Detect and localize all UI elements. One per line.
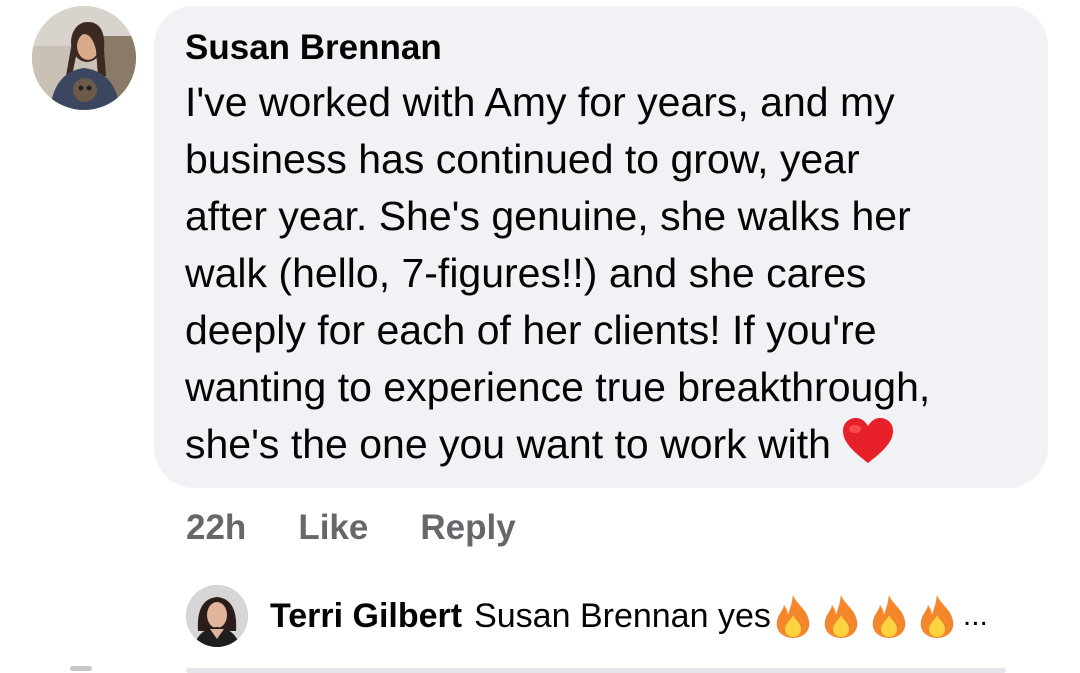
reply-text: Susan Brennan yes [474,596,771,635]
reply-preview[interactable]: Terri Gilbert Susan Brennan yes ... [270,593,988,639]
divider [186,668,1006,673]
fire-icon [920,595,954,638]
fire-icon [824,595,858,638]
comment-line: deeply for each of her clients! If you'r… [185,307,877,353]
avatar[interactable] [32,6,136,110]
comment-thread: Susan Brennan I've worked with Amy for y… [0,0,1080,673]
red-heart-icon [842,418,893,463]
comment-actions: 22h Like Reply [186,506,516,550]
comment-timestamp[interactable]: 22h [186,508,246,548]
reply-avatar[interactable] [186,585,248,647]
comment-line: wanting to experience true breakthrough, [185,364,931,410]
comment-line-text: she's the one you want to work with [185,421,831,467]
comment-author[interactable]: Susan Brennan [185,28,442,68]
fire-icon [776,595,810,638]
comment-line: business has continued to grow, year [185,136,860,182]
divider [70,666,92,671]
comment-bubble: Susan Brennan I've worked with Amy for y… [154,6,1048,488]
avatar-photo [186,585,248,647]
comment-line: walk (hello, 7-figures!!) and she cares [185,250,867,296]
reply-button[interactable]: Reply [420,508,515,548]
fire-icon [872,595,906,638]
avatar-photo [32,6,136,110]
truncation-ellipsis: ... [962,599,988,632]
comment-line-last: she's the one you want to work with [185,416,1025,473]
like-button[interactable]: Like [298,508,368,548]
comment-line: I've worked with Amy for years, and my [185,79,895,125]
fire-emoji-group [771,593,963,639]
reply-author[interactable]: Terri Gilbert [270,597,462,636]
comment-line: after year. She's genuine, she walks her [185,193,911,239]
comment-text: I've worked with Amy for years, and my b… [185,74,1025,473]
